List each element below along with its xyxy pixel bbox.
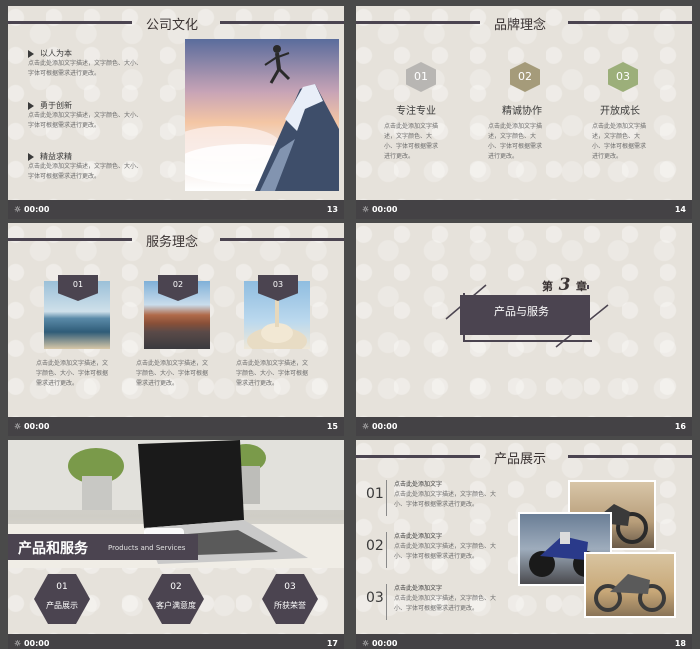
header-line-right bbox=[568, 455, 692, 458]
footer-bar: ☼ 00:00 16 bbox=[356, 417, 692, 436]
slide-title: 产品展示 bbox=[494, 452, 547, 467]
slide-title: 品牌理念 bbox=[494, 18, 547, 33]
service-item-1: 01 产品展示 bbox=[34, 574, 90, 624]
footer-bar: ☼ 00:00 15 bbox=[8, 417, 344, 436]
chapter-title: 产品与服务 bbox=[494, 305, 549, 318]
footer-bar: ☼ 00:00 14 bbox=[356, 200, 692, 219]
header-line-left bbox=[8, 238, 132, 241]
culture-item-3: 精益求精 点击此处添加文字描述，文字颜色、大小、 字体可根据需求进行更改。 bbox=[28, 152, 143, 180]
service-item-2: 02 客户满意度 bbox=[148, 574, 204, 624]
culture-item-1: 以人为本 点击此处添加文字描述，文字颜色、大小、 字体可根据需求进行更改。 bbox=[28, 49, 143, 77]
header-line-left bbox=[356, 21, 480, 24]
slide-13[interactable]: 公司文化 以人为本 点击此处添加文字描述，文字颜色、大小、 字体可根据需求进行更… bbox=[8, 6, 344, 219]
slide-title: 产品和服务 bbox=[18, 541, 88, 557]
chapter-frame bbox=[445, 284, 609, 348]
arrow-icon bbox=[28, 101, 34, 110]
clock-icon: ☼ bbox=[14, 639, 24, 648]
slide-title: 服务理念 bbox=[146, 235, 199, 250]
clock-icon: ☼ bbox=[14, 422, 24, 431]
footer-bar: ☼ 00:00 13 bbox=[8, 200, 344, 219]
mountain-runner-image bbox=[185, 39, 339, 191]
arrow-icon bbox=[28, 49, 34, 58]
clock-icon: ☼ bbox=[362, 639, 372, 648]
service-item-3: 03 所获荣誉 bbox=[262, 574, 318, 624]
slide-14[interactable]: 品牌理念 01 专注专业 点击此处添加文字描 述，文字颜色、大 小、字体可根据需… bbox=[356, 6, 692, 219]
hexagon-badge: 03 bbox=[608, 62, 638, 92]
header-line-left bbox=[8, 21, 132, 24]
header-line-right bbox=[568, 21, 692, 24]
clock-icon: ☼ bbox=[362, 205, 372, 214]
slide-17[interactable]: 产品和服务 Products and Services 01 产品展示 02 客… bbox=[8, 440, 344, 649]
clock-icon: ☼ bbox=[362, 422, 372, 431]
slide-18[interactable]: 产品展示 01 点击此处添加文字 点击此处添加文字描述，文字颜色、大 小、字体可… bbox=[356, 440, 692, 649]
footer-bar: ☼ 00:00 17 bbox=[8, 634, 344, 649]
chapter-number: 第 3 章 bbox=[542, 275, 587, 295]
hexagon-badge: 01 bbox=[406, 62, 436, 92]
header-line-right bbox=[220, 238, 344, 241]
slide-16[interactable]: 第 3 章 产品与服务 ☼ 00:00 16 bbox=[356, 223, 692, 436]
slide-title: 公司文化 bbox=[146, 18, 199, 33]
slide-subtitle: Products and Services bbox=[108, 544, 186, 552]
slide-15[interactable]: 服务理念 01 点击此处添加文字描述，文 字颜色、大小、字体可根据 需求进行更改… bbox=[8, 223, 344, 436]
arrow-icon bbox=[28, 152, 34, 161]
header-line-left bbox=[356, 455, 480, 458]
culture-item-2: 勇于创新 点击此处添加文字描述，文字颜色、大小、 字体可根据需求进行更改。 bbox=[28, 101, 143, 129]
header-line-right bbox=[220, 21, 344, 24]
motorcycle-image-3 bbox=[584, 552, 676, 618]
clock-icon: ☼ bbox=[14, 205, 24, 214]
footer-bar: ☼ 00:00 18 bbox=[356, 634, 692, 649]
hexagon-badge: 02 bbox=[510, 62, 540, 92]
